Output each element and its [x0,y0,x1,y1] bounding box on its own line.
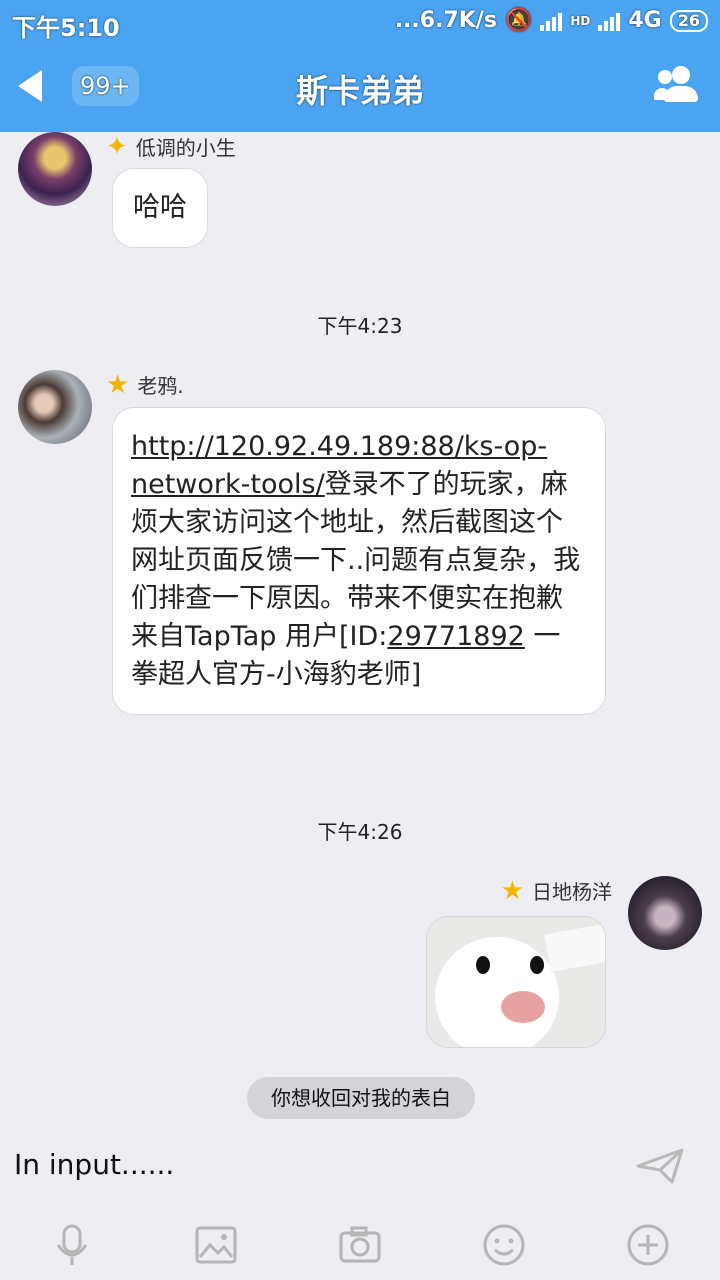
camera-icon[interactable] [338,1223,382,1267]
message-bubble[interactable]: 哈哈 [112,168,208,248]
avatar[interactable] [628,876,702,950]
message-footer: 来自TapTap 用户[ID: [131,621,388,652]
message-input[interactable]: In input...... [14,1148,174,1181]
sender-label: 日地杨洋 [532,880,612,904]
user-id-link[interactable]: 29771892 [387,621,524,652]
send-icon[interactable] [636,1146,686,1186]
image-message[interactable] [426,916,606,1048]
mute-icon: 🔕 [504,8,533,33]
signal-icon [540,11,563,31]
sender-name: ★ 日地杨洋 [501,876,612,905]
star-icon: ✦ [106,131,128,162]
microphone-icon[interactable] [50,1223,94,1267]
star-icon: ★ [500,875,524,906]
timestamp: 下午4:23 [317,314,403,338]
sender-label: 老鸦. [137,374,184,398]
image-icon[interactable] [194,1223,238,1267]
sender-label: 低调的小生 [135,136,236,160]
page-title: 斯卡弟弟 [295,72,424,110]
timestamp: 下午4:26 [317,820,403,844]
toast-message: 你想收回对我的表白 [247,1077,475,1119]
message-text: 哈哈 [133,192,187,223]
avatar[interactable] [18,132,92,206]
sender-name: ✦ 低调的小生 [106,132,236,161]
status-time: 下午5:10 [12,14,120,42]
signal-icon [598,11,621,31]
chat-toolbar [0,1210,720,1280]
avatar[interactable] [18,370,92,444]
header: 下午5:10 ...6.7K/s 🔕 HD 4G 26 99+ 斯卡弟弟 [0,0,720,132]
sender-name: ★ 老鸦. [106,370,184,399]
emoji-icon[interactable] [482,1223,526,1267]
plus-icon[interactable] [626,1223,670,1267]
network-speed: ...6.7K/s [394,8,497,33]
star-icon: ★ [106,369,130,400]
signal-type: 4G [628,8,662,33]
message-bubble[interactable]: http://120.92.49.189:88/ks-op-network-to… [112,407,606,715]
group-members-icon[interactable] [654,64,706,104]
battery-icon: 26 [669,9,708,32]
hd-label: HD [570,13,591,28]
white-bird-sticker [427,917,605,1047]
status-indicators: ...6.7K/s 🔕 HD 4G 26 [395,8,708,33]
